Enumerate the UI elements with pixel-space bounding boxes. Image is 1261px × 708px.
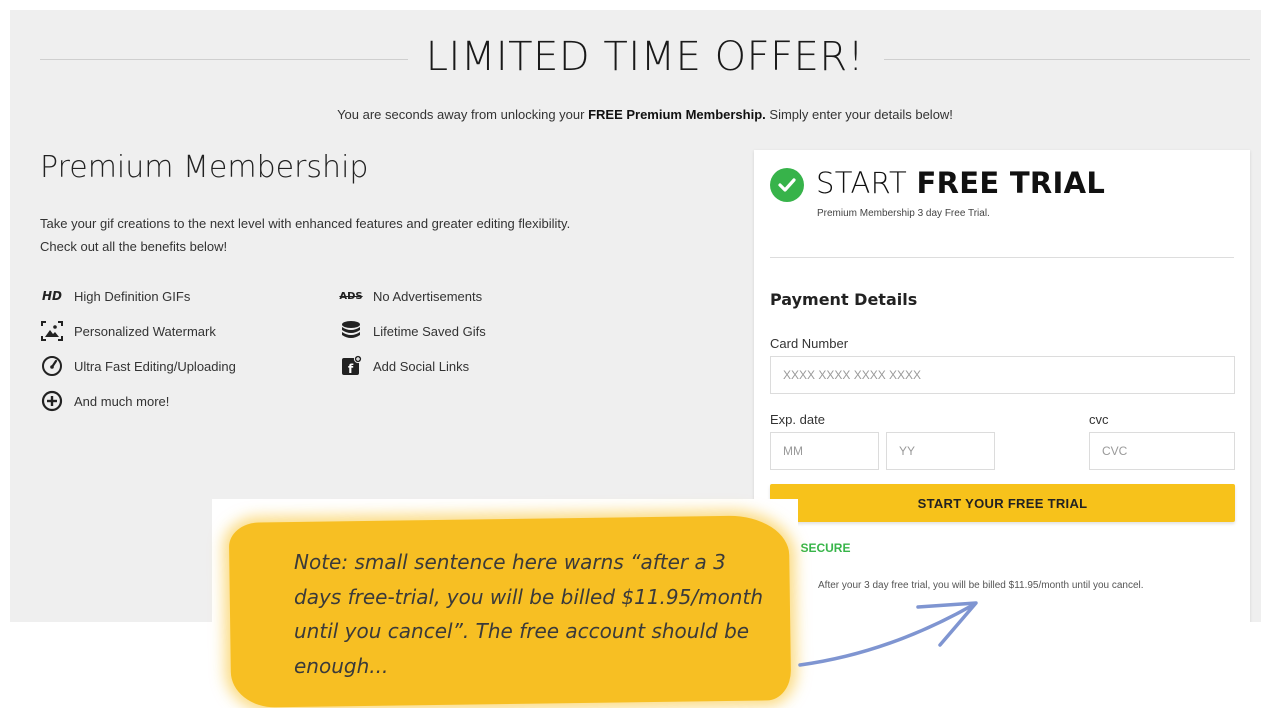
benefit-label: Personalized Watermark — [74, 323, 216, 339]
subline-post: Simply enter your details below! — [765, 107, 953, 122]
benefit-fast-editing: Ultra Fast Editing/Uploading — [40, 355, 236, 377]
svg-text:f: f — [348, 362, 354, 376]
trial-title-thin: START — [816, 166, 917, 200]
offer-subline: You are seconds away from unlocking your… — [0, 107, 1261, 122]
subline-pre: You are seconds away from unlocking your — [337, 107, 589, 122]
speedometer-icon — [40, 355, 64, 377]
annotation-note: Note: small sentence here warns “after a… — [212, 499, 798, 708]
no-ads-icon: ADS — [339, 290, 363, 302]
database-icon — [339, 320, 363, 342]
trial-title-bold: FREE TRIAL — [916, 166, 1106, 200]
membership-title: Premium Membership — [40, 150, 369, 185]
exp-date-label: Exp. date — [770, 412, 825, 427]
payment-details-title: Payment Details — [770, 290, 918, 309]
card-number-label: Card Number — [770, 336, 849, 351]
watermark-icon — [40, 320, 64, 342]
annotation-arrow-icon — [798, 601, 978, 667]
benefit-hd: HD High Definition GIFs — [40, 285, 190, 307]
cvc-input[interactable] — [1089, 432, 1235, 470]
membership-description: Take your gif creations to the next leve… — [40, 212, 680, 258]
subline-bold: FREE Premium Membership. — [588, 107, 766, 122]
benefit-social-links: f Add Social Links — [339, 355, 469, 377]
billing-fineprint: After your 3 day free trial, you will be… — [818, 580, 1144, 591]
cvc-label: cvc — [1089, 412, 1109, 427]
exp-month-input[interactable] — [770, 432, 879, 470]
benefit-label: And much more! — [74, 393, 170, 409]
hd-icon: HD — [41, 289, 62, 303]
free-trial-card: START FREE TRIAL Premium Membership 3 da… — [754, 150, 1250, 630]
benefit-no-ads: ADS No Advertisements — [339, 285, 482, 307]
benefit-label: Lifetime Saved Gifs — [373, 323, 486, 339]
check-circle-icon — [770, 168, 804, 202]
exp-year-input[interactable] — [886, 432, 995, 470]
benefit-saved-gifs: Lifetime Saved Gifs — [339, 320, 486, 342]
benefit-label: Ultra Fast Editing/Uploading — [74, 358, 236, 374]
membership-desc-line1: Take your gif creations to the next leve… — [40, 216, 571, 231]
plus-circle-icon — [40, 390, 64, 412]
facebook-add-icon: f — [339, 355, 363, 377]
note-text: Note: small sentence here warns “after a… — [294, 550, 764, 678]
start-free-trial-button[interactable]: START YOUR FREE TRIAL — [770, 484, 1235, 522]
trial-subtitle: Premium Membership 3 day Free Trial. — [817, 208, 990, 219]
page-title: LIMITED TIME OFFER! — [425, 34, 865, 80]
benefit-label: Add Social Links — [373, 358, 470, 374]
benefit-label: High Definition GIFs — [74, 288, 191, 304]
card-divider — [770, 257, 1234, 258]
card-number-input[interactable] — [770, 356, 1235, 394]
trial-title: START FREE TRIAL — [816, 166, 1105, 200]
benefit-watermark: Personalized Watermark — [40, 320, 216, 342]
benefit-label: No Advertisements — [373, 288, 483, 304]
benefit-more: And much more! — [40, 390, 169, 412]
membership-desc-line2: Check out all the benefits below! — [40, 239, 228, 254]
